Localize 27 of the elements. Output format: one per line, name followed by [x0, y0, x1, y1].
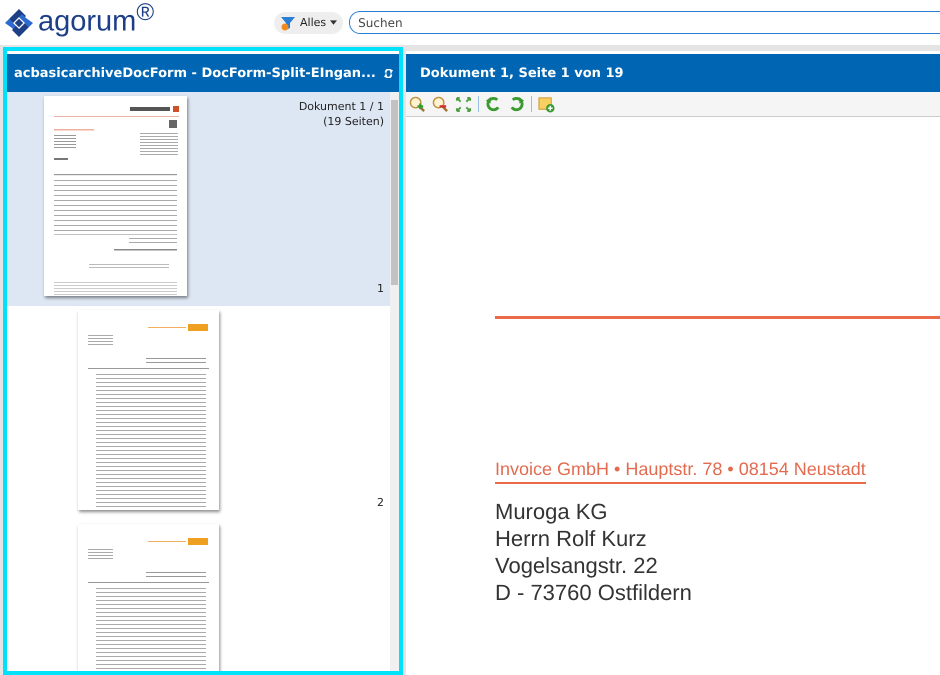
page-count: (19 Seiten): [323, 114, 384, 129]
scrollbar[interactable]: [390, 92, 399, 671]
rotate-left-icon[interactable]: [485, 96, 502, 112]
sender-line: Invoice GmbH • Hauptstr. 78 • 08154 Neustadt: [495, 459, 866, 484]
add-note-icon[interactable]: [538, 96, 555, 112]
refresh-icon[interactable]: [384, 68, 393, 78]
address-line: Vogelsangstr. 22: [495, 552, 658, 579]
address-line: Muroga KG: [495, 498, 608, 525]
address-line: D - 73760 Ostfildern: [495, 579, 692, 606]
page-thumbnail-item[interactable]: Dokument 1 / 1 (19 Seiten) 1: [7, 92, 390, 306]
panel-title: acbasicarchiveDocForm - DocForm-Split-EIngan...: [14, 66, 376, 80]
zoom-out-icon[interactable]: [432, 96, 449, 112]
page-number: 2: [377, 496, 384, 509]
viewer-title: Dokument 1, Seite 1 von 19: [420, 66, 624, 80]
scrollbar-thumb[interactable]: [391, 100, 398, 285]
expand-arrows-icon[interactable]: [455, 96, 472, 112]
document-label: Dokument 1 / 1: [298, 99, 384, 114]
rotate-right-icon[interactable]: [508, 96, 525, 112]
filter-icon: [280, 14, 296, 30]
logo-text: agorum$^{®}$: [38, 0, 156, 38]
address-line: Herrn Rolf Kurz: [495, 525, 647, 552]
zoom-in-icon[interactable]: [409, 96, 426, 112]
filter-button[interactable]: Alles: [274, 12, 344, 34]
search-field[interactable]: Suchen: [349, 11, 940, 34]
caret-icon: [330, 20, 338, 25]
page-number: 1: [377, 282, 384, 295]
logo-icon: [4, 8, 34, 38]
